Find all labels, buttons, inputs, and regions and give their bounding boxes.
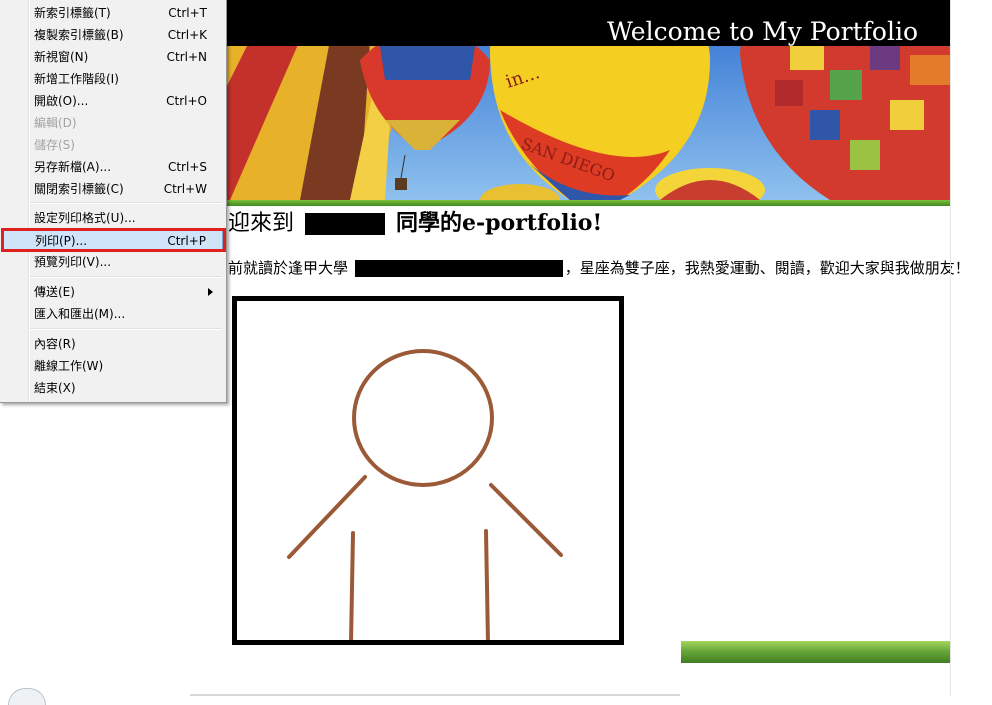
intro-suffix: ，星座為雙子座，我熱愛運動、閱讀，歡迎大家與我做朋友！ <box>564 259 970 277</box>
menu-separator <box>30 276 222 278</box>
stick-figure <box>287 349 563 645</box>
intro-text: 前就讀於逢甲大學 ，星座為雙子座，我熱愛運動、閱讀，歡迎大家與我做朋友！ <box>228 256 970 280</box>
stick-figure-drawing <box>232 296 624 645</box>
figure-left-leg <box>349 531 355 645</box>
globe-icon <box>8 688 46 705</box>
menu-item-new-window[interactable]: 新視窗(N) Ctrl+N <box>2 46 223 68</box>
menu-item-shortcut: Ctrl+K <box>167 28 207 42</box>
menu-item-new-tab[interactable]: 新索引標籤(T) Ctrl+T <box>2 2 223 24</box>
menu-item-open[interactable]: 開啟(O)... Ctrl+O <box>2 90 223 112</box>
menu-item-shortcut: Ctrl+S <box>167 160 207 174</box>
menu-item-label: 開啟(O)... <box>34 94 89 108</box>
menu-item-properties[interactable]: 內容(R) <box>2 333 223 355</box>
menu-item-label: 新增工作階段(I) <box>34 72 119 86</box>
menu-item-label: 關閉索引標籤(C) <box>34 182 124 196</box>
menu-item-label: 內容(R) <box>34 337 76 351</box>
page-heading: 迎來到 同學的e-portfolio! <box>228 206 602 241</box>
menu-item-label: 複製索引標籤(B) <box>34 28 124 42</box>
banner-header-bar: Welcome to My Portfolio <box>190 0 950 46</box>
menu-item-shortcut: Ctrl+W <box>163 182 207 196</box>
menu-item-work-offline[interactable]: 離線工作(W) <box>2 355 223 377</box>
banner-title: Welcome to My Portfolio <box>607 17 918 46</box>
figure-right-leg <box>484 529 490 645</box>
menu-item-label: 儲存(S) <box>34 138 75 152</box>
file-menu: 新索引標籤(T) Ctrl+T 複製索引標籤(B) Ctrl+K 新視窗(N) … <box>0 0 227 403</box>
menu-separator <box>30 202 222 204</box>
menu-item-shortcut: Ctrl+T <box>168 6 207 20</box>
footer-green-bar <box>681 641 950 663</box>
menu-item-label: 匯入和匯出(M)... <box>34 307 126 321</box>
redacted-name <box>305 213 386 235</box>
menu-item-save-as[interactable]: 另存新檔(A)... Ctrl+S <box>2 156 223 178</box>
menu-item-page-setup[interactable]: 設定列印格式(U)... <box>2 207 223 229</box>
menu-separator <box>30 328 222 330</box>
menu-item-label: 編輯(D) <box>34 116 77 130</box>
figure-right-arm <box>489 483 563 557</box>
menu-item-edit: 編輯(D) <box>2 112 223 134</box>
menu-item-exit[interactable]: 結束(X) <box>2 377 223 399</box>
menu-item-shortcut: Ctrl+N <box>166 50 207 64</box>
submenu-arrow-icon <box>208 288 213 296</box>
heading-suffix: 同學的e-portfolio! <box>396 210 603 236</box>
menu-item-label: 設定列印格式(U)... <box>34 211 136 225</box>
menu-item-label: 另存新檔(A)... <box>34 160 112 174</box>
menu-item-label: 預覽列印(V)... <box>34 255 112 269</box>
menu-item-label: 結束(X) <box>34 381 76 395</box>
heading-prefix: 迎來到 <box>228 211 295 236</box>
menu-item-save: 儲存(S) <box>2 134 223 156</box>
page-right-border <box>950 0 951 696</box>
menu-item-label: 離線工作(W) <box>34 359 104 373</box>
menu-item-new-session[interactable]: 新增工作階段(I) <box>2 68 223 90</box>
menu-item-close-tab[interactable]: 關閉索引標籤(C) Ctrl+W <box>2 178 223 200</box>
figure-head <box>352 349 494 487</box>
print-highlight-box <box>1 228 226 252</box>
portfolio-banner: in... SAN DIEGO Welcome to My Portfolio <box>190 0 950 200</box>
menu-item-duplicate-tab[interactable]: 複製索引標籤(B) Ctrl+K <box>2 24 223 46</box>
menu-item-import-export[interactable]: 匯入和匯出(M)... <box>2 303 223 325</box>
intro-prefix: 前就讀於逢甲大學 <box>228 259 349 277</box>
menu-item-send[interactable]: 傳送(E) <box>2 281 223 303</box>
menu-item-print-preview[interactable]: 預覽列印(V)... <box>2 251 223 273</box>
redacted-department <box>354 260 563 277</box>
menu-item-label: 新視窗(N) <box>34 50 89 64</box>
menu-item-shortcut: Ctrl+O <box>166 94 207 108</box>
menu-item-label: 傳送(E) <box>34 285 75 299</box>
menu-item-label: 新索引標籤(T) <box>34 6 111 20</box>
